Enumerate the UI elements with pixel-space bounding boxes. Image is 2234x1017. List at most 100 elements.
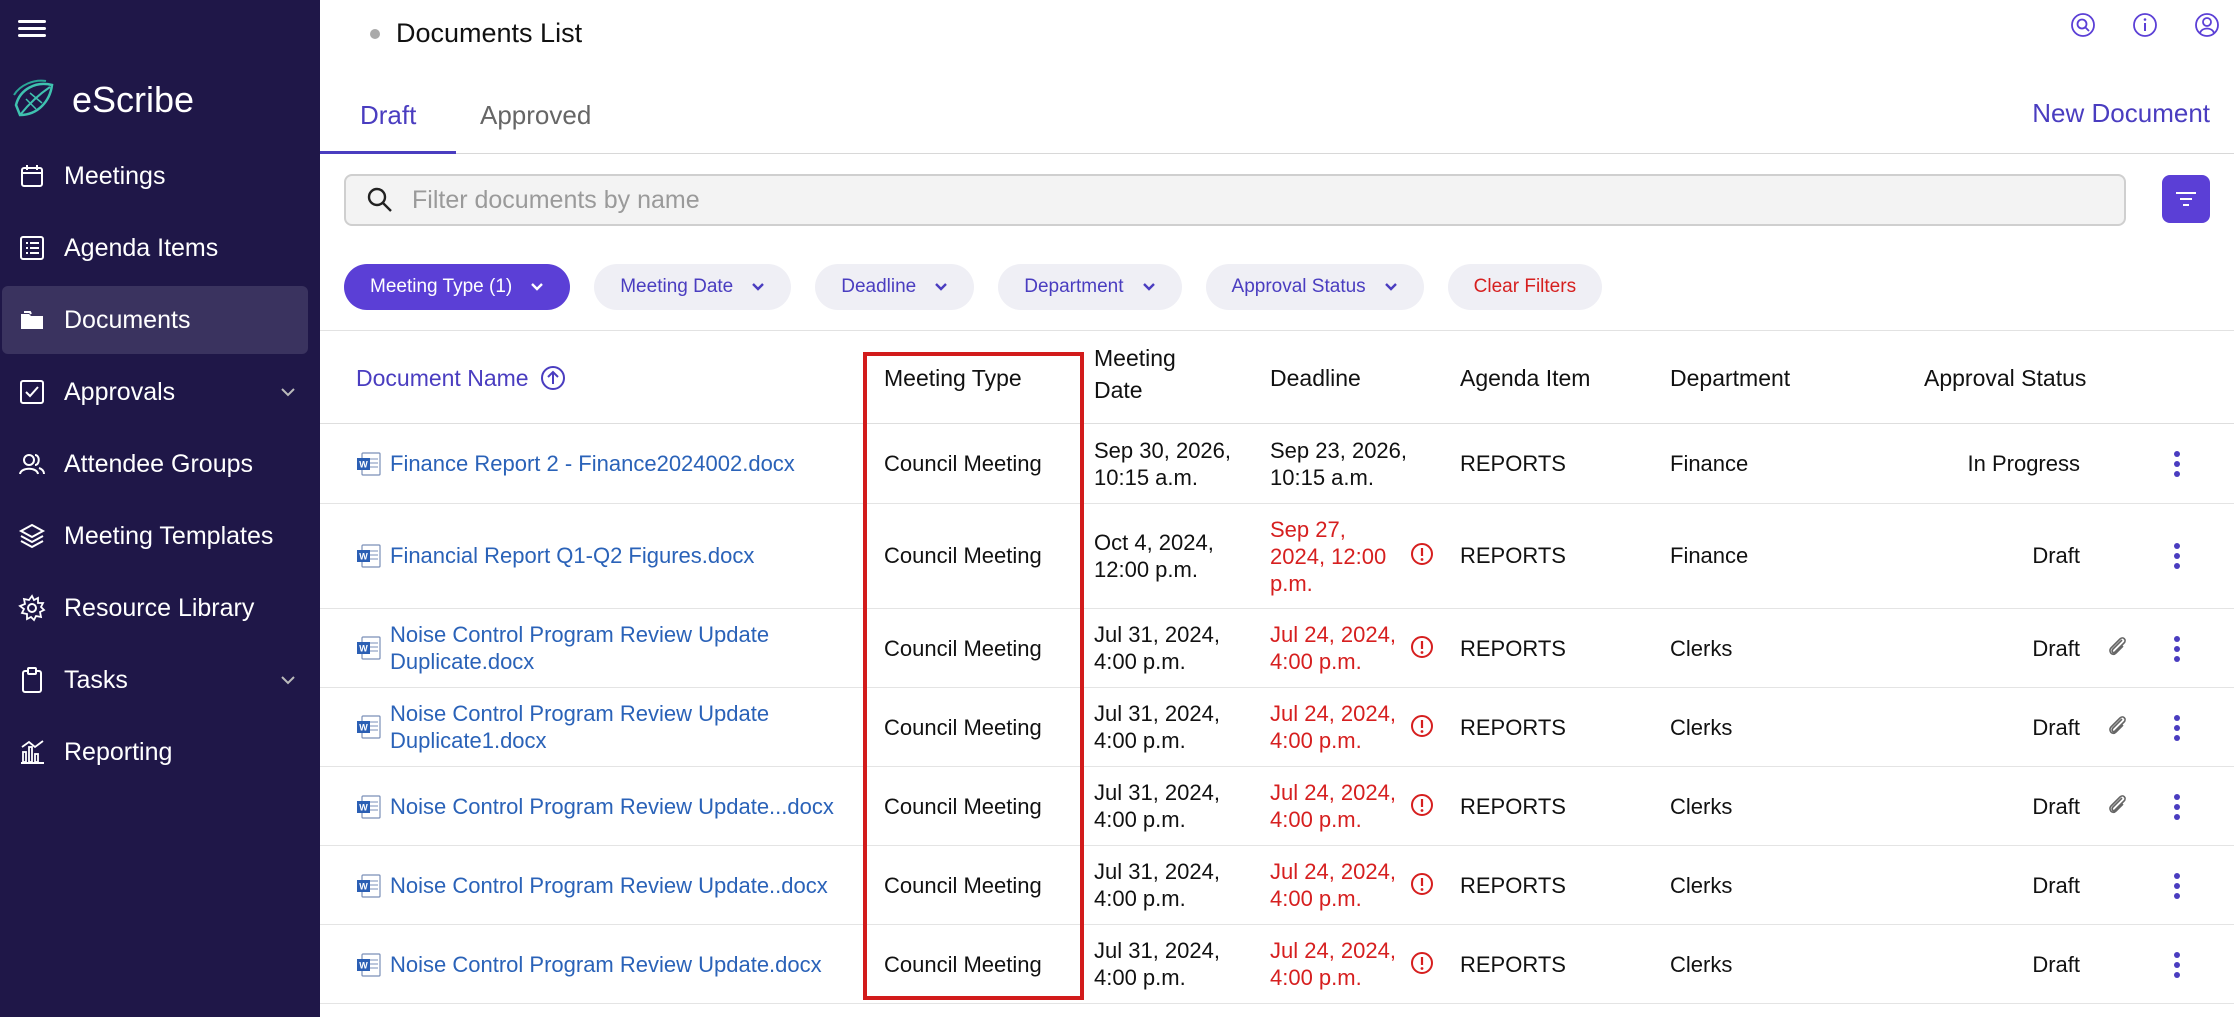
table-row[interactable]: W Finance Report 2 - Finance2024002.docx…	[320, 424, 2234, 504]
new-document-button[interactable]: New Document	[2032, 98, 2210, 129]
more-options-icon[interactable]	[2172, 714, 2182, 742]
sidebar-item-attendee-groups[interactable]: Attendee Groups	[0, 428, 320, 500]
svg-text:W: W	[359, 881, 368, 891]
department-cell: Clerks	[1670, 952, 1733, 977]
chevron-down-icon[interactable]	[278, 382, 298, 402]
meeting-date-filter-chip[interactable]: Meeting Date	[594, 264, 792, 310]
more-options-icon[interactable]	[2172, 635, 2182, 663]
document-name-line: Noise Control Program Review Update	[390, 701, 770, 726]
table-row[interactable]: W Financial Report Q1-Q2 Figures.docx Co…	[320, 504, 2234, 609]
people-icon	[19, 454, 45, 475]
meeting-type-cell: Council Meeting	[884, 451, 1042, 476]
meeting-type-cell: Council Meeting	[884, 794, 1042, 819]
column-header-meeting-type[interactable]: Meeting Type	[884, 362, 1022, 394]
deadline-line: Sep 23, 2026,	[1270, 438, 1408, 463]
sidebar-item-label: Agenda Items	[64, 233, 219, 262]
department-filter-chip[interactable]: Department	[998, 264, 1182, 310]
more-options-icon[interactable]	[2172, 872, 2182, 900]
more-options-icon[interactable]	[2172, 793, 2182, 821]
more-options-icon[interactable]	[2172, 450, 2182, 478]
sidebar-item-approvals[interactable]: Approvals	[0, 356, 320, 428]
deadline-line: 4:00 p.m.	[1270, 649, 1362, 674]
brand[interactable]: eScribe	[10, 72, 194, 128]
escribe-logo-icon	[13, 79, 54, 117]
document-name-link[interactable]: W Noise Control Program Review Update.do…	[356, 951, 822, 978]
meeting-date-line: Jul 31, 2024,	[1094, 701, 1220, 726]
deadline-line: Jul 24, 2024,	[1270, 780, 1396, 805]
search-icon	[367, 187, 392, 212]
deadline-filter-chip[interactable]: Deadline	[815, 264, 975, 310]
svg-text:W: W	[359, 723, 368, 733]
sidebar-item-label: Attendee Groups	[64, 449, 254, 478]
sidebar-item-documents[interactable]: Documents	[0, 284, 320, 356]
column-header-agenda-item[interactable]: Agenda Item	[1460, 362, 1590, 394]
document-name-link[interactable]: W Noise Control Program Review Update Du…	[356, 700, 769, 754]
clear-filters-button[interactable]: Clear Filters	[1447, 264, 1603, 310]
hamburger-menu-icon[interactable]	[18, 16, 48, 44]
table-row[interactable]: W Noise Control Program Review Update..d…	[320, 846, 2234, 925]
document-name: Noise Control Program Review Update..doc…	[390, 873, 828, 898]
column-header-label: Meeting	[1094, 345, 1176, 371]
paperclip-icon[interactable]	[2106, 713, 2130, 739]
sidebar-nav: Meetings Agenda Items Documents Approval…	[0, 140, 320, 788]
column-header-deadline[interactable]: Deadline	[1270, 362, 1361, 394]
meeting-date-line: 4:00 p.m.	[1094, 807, 1186, 832]
document-name: Noise Control Program Review Update.docx	[390, 952, 822, 977]
column-header-department[interactable]: Department	[1670, 362, 1790, 394]
sidebar-item-tasks[interactable]: Tasks	[0, 644, 320, 716]
svg-text:W: W	[359, 802, 368, 812]
info-icon[interactable]	[2132, 12, 2158, 38]
sort-ascending-icon[interactable]	[539, 364, 567, 392]
document-name-link[interactable]: W Financial Report Q1-Q2 Figures.docx	[356, 542, 754, 569]
tab-bar: Draft Approved	[319, 88, 2234, 154]
paperclip-icon[interactable]	[2106, 634, 2130, 660]
column-header-document-name[interactable]: Document Name	[356, 362, 567, 394]
meeting-type-filter-chip[interactable]: Meeting Type (1)	[344, 264, 571, 310]
table-row[interactable]: W Noise Control Program Review Update Du…	[320, 688, 2234, 767]
table-row[interactable]: W Noise Control Program Review Update...…	[320, 767, 2234, 846]
sidebar-item-meeting-templates[interactable]: Meeting Templates	[0, 500, 320, 572]
approval-status-cell: Draft	[2032, 952, 2080, 977]
more-options-icon[interactable]	[2172, 542, 2182, 570]
sidebar-item-reporting[interactable]: Reporting	[0, 716, 320, 788]
table-row[interactable]: W Noise Control Program Review Update.do…	[320, 925, 2234, 1004]
clipboard-icon	[22, 667, 42, 693]
agenda-item-cell: REPORTS	[1460, 794, 1566, 819]
folder-icon	[21, 311, 43, 329]
document-name-link[interactable]: W Noise Control Program Review Update Du…	[356, 621, 769, 675]
search-icon[interactable]	[2070, 12, 2096, 38]
deadline-line: 2024, 12:00	[1270, 544, 1387, 569]
svg-text:W: W	[359, 960, 368, 970]
meeting-date-line: 10:15 a.m.	[1094, 465, 1198, 490]
meeting-type-cell: Council Meeting	[884, 952, 1042, 977]
approval-status-cell: Draft	[2032, 715, 2080, 740]
meeting-type-cell: Council Meeting	[884, 543, 1042, 568]
approval-status-filter-chip[interactable]: Approval Status	[1205, 264, 1424, 310]
word-document-icon: W	[357, 451, 381, 476]
column-header-meeting-date[interactable]: Meeting Date	[1094, 342, 1176, 406]
gear-icon	[18, 594, 46, 622]
sidebar-item-label: Meeting Templates	[64, 521, 274, 550]
deadline-line: 4:00 p.m.	[1270, 965, 1362, 990]
more-options-icon[interactable]	[2172, 951, 2182, 979]
sidebar-item-resource-library[interactable]: Resource Library	[0, 572, 320, 644]
filter-button[interactable]	[2162, 175, 2210, 223]
calendar-icon	[21, 165, 43, 187]
approval-status-cell: Draft	[2032, 873, 2080, 898]
tab-approved[interactable]: Approved	[480, 100, 591, 154]
paperclip-icon[interactable]	[2106, 792, 2130, 818]
document-name: Noise Control Program Review Update Dupl…	[390, 700, 769, 754]
sidebar-item-label: Reporting	[64, 737, 173, 766]
sidebar-item-agenda-items[interactable]: Agenda Items	[0, 212, 320, 284]
table-row[interactable]: W Noise Control Program Review Update Du…	[320, 609, 2234, 688]
document-name-link[interactable]: W Noise Control Program Review Update..d…	[356, 872, 828, 899]
document-name-link[interactable]: W Noise Control Program Review Update...…	[356, 793, 834, 820]
word-document-icon: W	[357, 952, 381, 977]
chevron-down-icon[interactable]	[278, 670, 298, 690]
tab-draft[interactable]: Draft	[319, 100, 457, 154]
document-name-link[interactable]: W Finance Report 2 - Finance2024002.docx	[356, 450, 795, 477]
column-header-approval-status[interactable]: Approval Status	[1924, 362, 2086, 394]
sidebar-item-meetings[interactable]: Meetings	[0, 140, 320, 212]
search-input[interactable]	[412, 185, 2012, 215]
user-icon[interactable]	[2194, 12, 2220, 38]
